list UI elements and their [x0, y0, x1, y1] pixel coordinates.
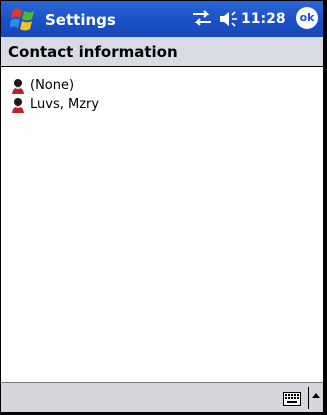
title-bar: Settings 11:28 ok — [1, 1, 323, 37]
input-menu-arrow-icon[interactable] — [312, 393, 320, 398]
contact-list: (None) Luvs, Mzry — [1, 77, 323, 115]
divider — [308, 387, 309, 409]
contact-icon — [10, 97, 26, 113]
connectivity-icon[interactable] — [191, 9, 213, 27]
device-screen: Settings 11:28 ok Contact information (N… — [0, 0, 325, 413]
list-item-label: Luvs, Mzry — [30, 97, 100, 112]
list-item-label: (None) — [30, 78, 75, 93]
page-header: Contact information — [1, 37, 323, 67]
app-title: Settings — [45, 11, 116, 29]
page-title: Contact information — [8, 43, 178, 61]
contact-icon — [10, 78, 26, 94]
ok-button[interactable]: ok — [296, 7, 318, 29]
clock[interactable]: 11:28 — [241, 11, 286, 27]
windows-start-icon[interactable] — [9, 6, 38, 32]
keyboard-icon[interactable] — [283, 391, 301, 406]
volume-icon[interactable] — [216, 10, 240, 28]
list-item[interactable]: Luvs, Mzry — [1, 96, 323, 115]
input-panel-bar — [1, 382, 323, 412]
list-item[interactable]: (None) — [1, 77, 323, 96]
